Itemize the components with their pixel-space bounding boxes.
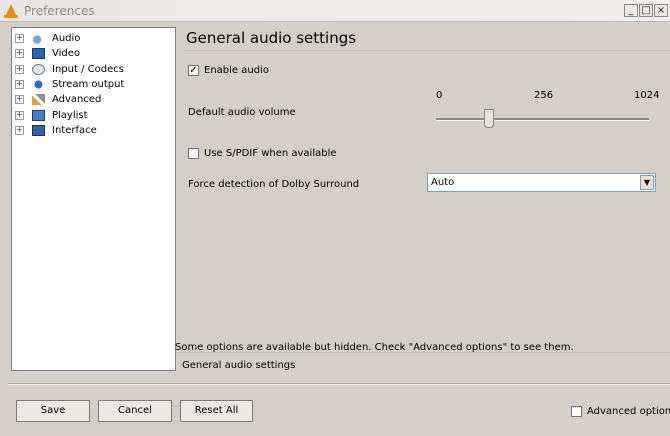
chevron-down-icon[interactable]: ▼ <box>640 175 654 190</box>
window-controls: _ □ × <box>624 4 668 17</box>
expand-icon[interactable]: + <box>15 80 24 90</box>
tree-item-advanced[interactable]: + Advanced <box>12 92 175 107</box>
dolby-select[interactable]: Auto ▼ <box>427 173 656 192</box>
cancel-button[interactable]: Cancel <box>98 400 172 422</box>
stream-output-icon <box>32 79 45 91</box>
tree-item-input-codecs[interactable]: + Input / Codecs <box>12 62 175 77</box>
volume-slider-track[interactable] <box>436 118 649 121</box>
volume-label: Default audio volume <box>188 107 296 118</box>
tree-item-label: Input / Codecs <box>52 63 124 75</box>
advanced-options-checkbox[interactable] <box>571 406 582 417</box>
tree-item-interface[interactable]: + Interface <box>12 123 175 138</box>
tree-item-label: Interface <box>52 124 97 136</box>
spdif-checkbox[interactable] <box>188 148 199 159</box>
panel-title: General audio settings <box>186 29 357 47</box>
enable-audio-checkbox[interactable]: ✓ <box>188 65 199 76</box>
volume-tick-mid: 256 <box>534 90 554 101</box>
category-tree[interactable]: + Audio + Video + Input / Codecs + Strea… <box>11 27 176 371</box>
window-title: Preferences <box>24 4 95 18</box>
tree-item-audio[interactable]: + Audio <box>12 31 175 46</box>
tree-item-label: Playlist <box>52 109 88 121</box>
speaker-icon <box>32 33 45 45</box>
title-divider <box>184 50 670 51</box>
dolby-select-value: Auto <box>431 177 455 188</box>
enable-audio-label: Enable audio <box>204 65 269 76</box>
save-button[interactable]: Save <box>16 400 90 422</box>
advanced-icon <box>32 94 45 106</box>
vlc-cone-icon <box>4 4 18 18</box>
interface-icon <box>32 124 45 136</box>
tree-item-label: Audio <box>52 33 81 45</box>
tree-item-label: Stream output <box>52 79 125 91</box>
volume-tick-max: 1024 <box>634 90 660 101</box>
input-codecs-icon <box>32 63 45 75</box>
expand-icon[interactable]: + <box>15 49 24 59</box>
reset-all-button[interactable]: Reset All <box>180 400 253 422</box>
footer-divider-highlight <box>8 384 670 385</box>
volume-tick-min: 0 <box>436 90 443 101</box>
minimize-button[interactable]: _ <box>624 4 638 17</box>
tree-item-stream-output[interactable]: + Stream output <box>12 77 175 92</box>
video-icon <box>32 48 45 60</box>
expand-icon[interactable]: + <box>15 125 24 135</box>
playlist-icon <box>32 109 45 121</box>
tree-item-label: Video <box>52 48 81 60</box>
status-divider <box>176 352 670 353</box>
expand-icon[interactable]: + <box>15 64 24 74</box>
maximize-button[interactable]: □ <box>639 4 653 17</box>
volume-slider-thumb[interactable] <box>484 109 495 128</box>
status-text: General audio settings <box>182 360 296 371</box>
close-button[interactable]: × <box>654 4 668 17</box>
title-bar: Preferences _ □ × <box>0 0 670 22</box>
tree-item-video[interactable]: + Video <box>12 46 175 61</box>
tree-item-label: Advanced <box>52 94 102 106</box>
spdif-label: Use S/PDIF when available <box>204 148 337 159</box>
expand-icon[interactable]: + <box>15 34 24 44</box>
expand-icon[interactable]: + <box>15 110 24 120</box>
advanced-options-label: Advanced options <box>587 406 670 417</box>
dolby-label: Force detection of Dolby Surround <box>188 179 360 190</box>
tree-item-playlist[interactable]: + Playlist <box>12 107 175 122</box>
expand-icon[interactable]: + <box>15 95 24 105</box>
